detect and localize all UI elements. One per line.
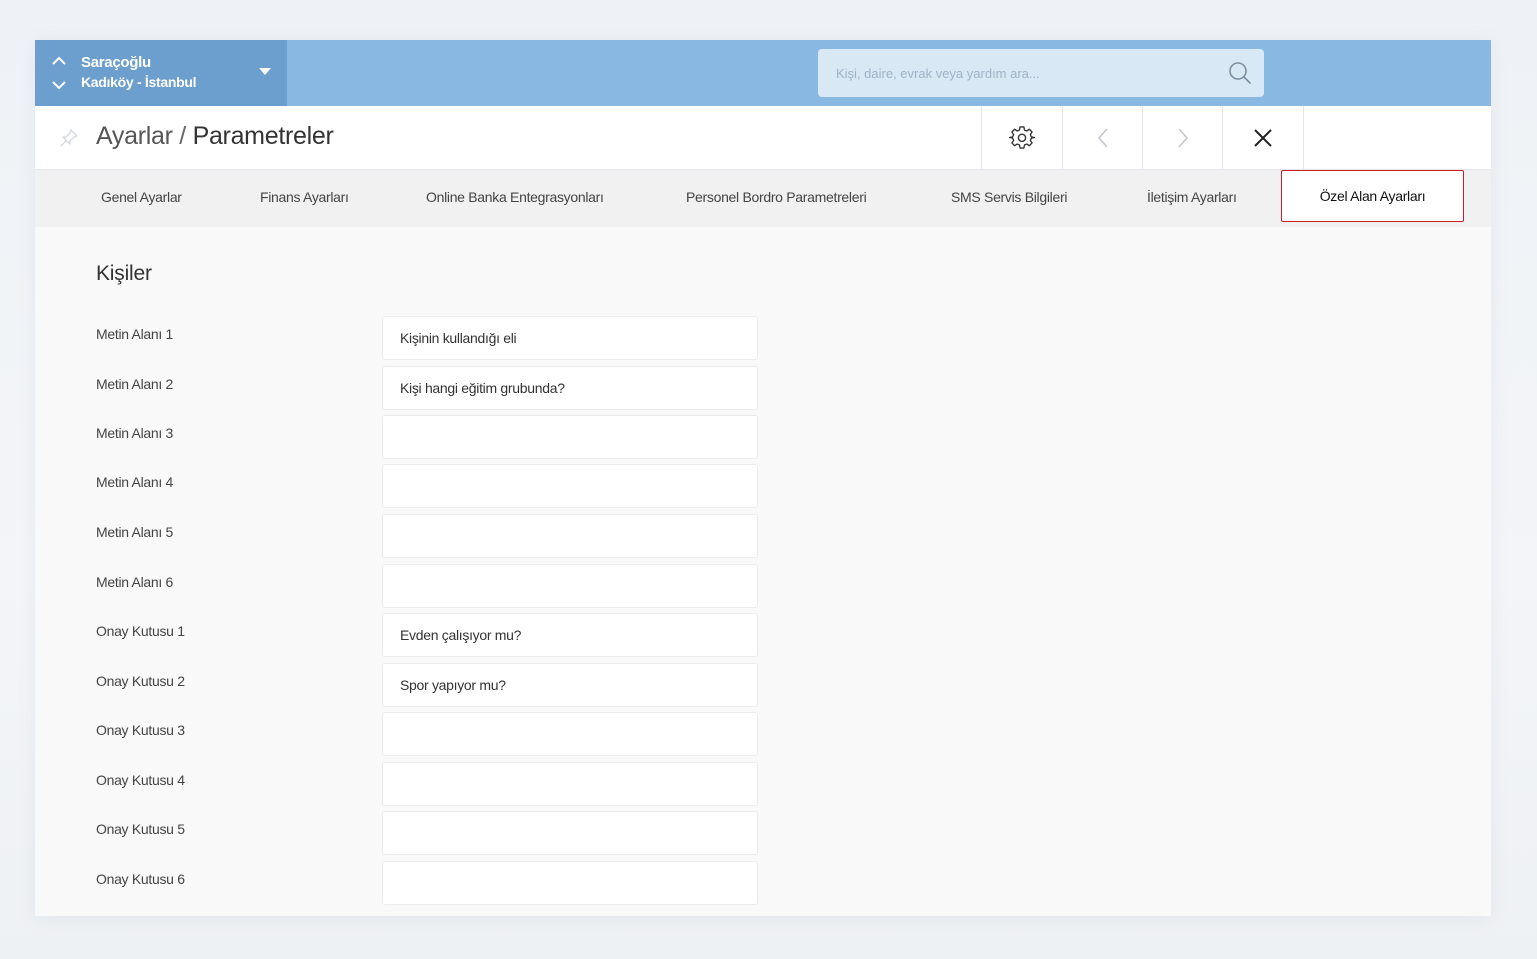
field-input[interactable] (382, 663, 758, 707)
field-input[interactable] (382, 316, 758, 360)
field-label: Onay Kutusu 3 (96, 722, 185, 738)
chevron-up-down-icon (52, 56, 66, 90)
search-box (818, 49, 1264, 97)
site-switcher[interactable]: Saraçoğlu Kadıköy - İstanbul (35, 40, 287, 106)
field-label: Metin Alanı 5 (96, 524, 174, 540)
breadcrumb: Ayarlar / Parametreler (96, 122, 334, 151)
form-row: Onay Kutusu 2 (35, 663, 795, 707)
field-label: Onay Kutusu 1 (96, 623, 185, 639)
form-row: Metin Alanı 4 (35, 464, 795, 508)
previous-button[interactable] (1062, 106, 1143, 169)
breadcrumb-separator: / (172, 122, 193, 150)
field-label: Metin Alanı 3 (96, 425, 174, 441)
field-input[interactable] (382, 861, 758, 905)
field-input[interactable] (382, 762, 758, 806)
field-input[interactable] (382, 366, 758, 410)
field-input[interactable] (382, 613, 758, 657)
caret-down-icon (259, 68, 271, 75)
field-input[interactable] (382, 564, 758, 608)
chevron-left-icon (1097, 127, 1108, 148)
field-input[interactable] (382, 464, 758, 508)
site-location: Kadıköy - İstanbul (81, 74, 197, 90)
breadcrumb-parent[interactable]: Ayarlar (96, 122, 173, 150)
field-label: Onay Kutusu 5 (96, 821, 185, 837)
field-label: Onay Kutusu 6 (96, 871, 185, 887)
field-input[interactable] (382, 811, 758, 855)
settings-button[interactable] (981, 106, 1062, 169)
search-input[interactable] (818, 49, 1236, 97)
tab-bar: Genel Ayarlar Finans Ayarları Online Ban… (35, 170, 1491, 227)
form-row: Onay Kutusu 3 (35, 712, 795, 756)
field-label: Metin Alanı 1 (96, 326, 174, 342)
page-title: Parametreler (192, 122, 334, 150)
form-row: Metin Alanı 5 (35, 514, 795, 558)
site-name: Saraçoğlu (81, 54, 151, 71)
field-label: Metin Alanı 4 (96, 474, 174, 490)
app-window: Saraçoğlu Kadıköy - İstanbul Ayarlar / P… (35, 40, 1491, 916)
search-icon[interactable] (1228, 61, 1252, 85)
field-label: Metin Alanı 6 (96, 574, 174, 590)
tab-iletisim-ayarlari[interactable]: İletişim Ayarları (1147, 170, 1237, 227)
pin-icon[interactable] (59, 128, 79, 148)
field-input[interactable] (382, 712, 758, 756)
form-row: Onay Kutusu 4 (35, 762, 795, 806)
form-row: Metin Alanı 6 (35, 564, 795, 608)
field-label: Metin Alanı 2 (96, 376, 174, 392)
form-row: Metin Alanı 3 (35, 415, 795, 459)
tab-personel-bordro-parametreleri[interactable]: Personel Bordro Parametreleri (686, 170, 867, 227)
form-row: Onay Kutusu 6 (35, 861, 795, 905)
tab-sms-servis-bilgileri[interactable]: SMS Servis Bilgileri (951, 170, 1067, 227)
tab-finans-ayarlari[interactable]: Finans Ayarları (260, 170, 349, 227)
gear-icon (1009, 125, 1035, 149)
form-row: Onay Kutusu 5 (35, 811, 795, 855)
section-title: Kişiler (96, 262, 152, 285)
top-bar: Saraçoğlu Kadıköy - İstanbul (35, 40, 1491, 106)
close-icon (1254, 128, 1272, 147)
field-label: Onay Kutusu 2 (96, 673, 185, 689)
tab-ozel-alan-ayarlari[interactable]: Özel Alan Ayarları (1281, 170, 1464, 222)
form-row: Onay Kutusu 1 (35, 613, 795, 657)
close-button[interactable] (1222, 106, 1304, 169)
form-row: Metin Alanı 1 (35, 316, 795, 360)
field-input[interactable] (382, 514, 758, 558)
field-label: Onay Kutusu 4 (96, 772, 185, 788)
tab-genel-ayarlar[interactable]: Genel Ayarlar (101, 170, 182, 227)
tab-online-banka-entegrasyonlari[interactable]: Online Banka Entegrasyonları (426, 170, 604, 227)
field-input[interactable] (382, 415, 758, 459)
page-header: Ayarlar / Parametreler (35, 106, 1491, 170)
next-button[interactable] (1142, 106, 1223, 169)
form-row: Metin Alanı 2 (35, 366, 795, 410)
chevron-right-icon (1178, 127, 1189, 148)
